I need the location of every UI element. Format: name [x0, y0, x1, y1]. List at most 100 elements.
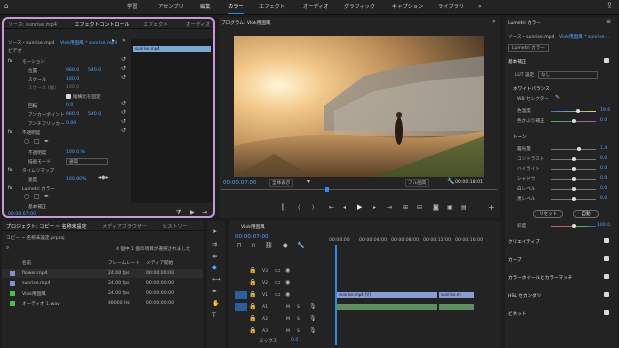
- tone-knob[interactable]: [572, 187, 576, 191]
- ellipse-mask-icon[interactable]: ○: [24, 194, 29, 200]
- timeline-clip[interactable]: sunrise.mp4 [V]: [337, 292, 437, 298]
- col-name[interactable]: 名前: [22, 260, 31, 266]
- pen-tool-icon[interactable]: ✒: [212, 289, 217, 295]
- mix-value[interactable]: 0.0: [291, 338, 298, 343]
- lock-icon[interactable]: 🔒: [249, 304, 256, 310]
- tone-value[interactable]: 1.4: [600, 146, 607, 151]
- lock-icon[interactable]: 🔒: [249, 316, 256, 322]
- reset-icon[interactable]: ↺: [121, 75, 126, 81]
- nav-libraries[interactable]: ライブラリ: [438, 3, 464, 10]
- mic-icon[interactable]: 🎙: [309, 304, 317, 310]
- timeline-timecode[interactable]: 00:00:07:00: [235, 234, 269, 240]
- share-icon[interactable]: ⇪: [606, 2, 613, 10]
- reset-icon[interactable]: ↺: [121, 101, 126, 107]
- tab-project[interactable]: プロジェクト: コピー ~ 名称未設定: [2, 221, 91, 232]
- tint-value[interactable]: 0.0: [600, 118, 607, 123]
- audio-clip[interactable]: [337, 304, 437, 310]
- marker-icon[interactable]: ◆: [283, 243, 288, 249]
- tone-value[interactable]: 0.0: [600, 156, 607, 161]
- tab-effect-controls[interactable]: エフェクトコントロール: [71, 19, 134, 30]
- position-x[interactable]: 960.0: [66, 68, 79, 73]
- col-media-start[interactable]: メディア開始: [146, 260, 173, 266]
- play-icon[interactable]: ▶: [190, 210, 195, 216]
- step-forward-icon[interactable]: ▸: [373, 205, 376, 211]
- uniform-scale-checkbox[interactable]: [66, 94, 71, 99]
- anti-flicker-value[interactable]: 0.00: [66, 121, 76, 126]
- rect-mask-icon[interactable]: □: [34, 139, 40, 145]
- playhead[interactable]: [325, 187, 329, 192]
- reset-icon[interactable]: ↺: [121, 110, 126, 116]
- temp-value[interactable]: 19.6: [600, 108, 610, 113]
- razor-tool-icon[interactable]: ◆: [212, 265, 217, 271]
- mic-icon[interactable]: 🎙: [309, 316, 317, 322]
- tone-knob[interactable]: [572, 157, 576, 161]
- timeline-clip[interactable]: sunrise.m: [439, 292, 474, 298]
- pen-mask-icon[interactable]: ✒: [44, 139, 49, 145]
- rotation-value[interactable]: 0.0: [66, 103, 73, 108]
- anchor-x[interactable]: 960.0: [66, 112, 79, 117]
- lift-icon[interactable]: ⊞: [403, 205, 408, 211]
- play-only-icon[interactable]: ▸: [112, 38, 115, 44]
- table-row[interactable]: Vlok用国風 24.00 fps 00:00:00:00: [2, 289, 203, 298]
- filter-icon[interactable]: ⧩: [176, 210, 181, 216]
- mini-timeline[interactable]: sunrise.mp4: [131, 39, 213, 203]
- basic-correction-checkbox[interactable]: [604, 58, 609, 63]
- play-button[interactable]: ▶: [357, 204, 362, 211]
- wrench-icon[interactable]: 🔧: [447, 179, 454, 185]
- tone-slider[interactable]: [551, 149, 596, 150]
- keyframe-nav-icon[interactable]: ◂◆▸: [98, 175, 109, 181]
- quality-select[interactable]: フル画質: [405, 179, 430, 187]
- nav-learn[interactable]: 学習: [127, 3, 137, 10]
- tint-knob[interactable]: [572, 119, 576, 123]
- extract-icon[interactable]: ⊟: [417, 205, 422, 211]
- mic-icon[interactable]: 🎙: [309, 328, 317, 334]
- chevron-right-icon[interactable]: »: [478, 4, 482, 10]
- lumetri-effect-select[interactable]: Lumetri カラー: [508, 44, 549, 52]
- solo-button[interactable]: S: [297, 317, 300, 322]
- reset-icon[interactable]: ↺: [121, 57, 126, 63]
- sequence-label[interactable]: Vlok用国風 * sunrise.mp4: [60, 40, 117, 46]
- program-title[interactable]: プログラム: Vlok用国風: [221, 20, 271, 26]
- camera-icon[interactable]: ◙: [433, 205, 439, 211]
- section-checkbox[interactable]: [604, 256, 609, 261]
- mini-clip[interactable]: sunrise.mp4: [133, 46, 211, 52]
- toggle-icon[interactable]: ▤: [461, 205, 467, 211]
- opacity-value[interactable]: 100.0 %: [66, 150, 85, 155]
- tone-value[interactable]: 0.0: [600, 196, 607, 201]
- saturation-knob[interactable]: [572, 224, 576, 228]
- step-back-icon[interactable]: ◂: [343, 205, 346, 211]
- slip-tool-icon[interactable]: ⟷: [212, 277, 221, 283]
- lock-icon[interactable]: 🔒: [249, 268, 256, 274]
- mute-button[interactable]: M: [286, 305, 290, 310]
- menu-icon[interactable]: ≡: [606, 19, 611, 25]
- reset-icon[interactable]: ↺: [121, 119, 126, 125]
- tone-knob[interactable]: [577, 147, 581, 151]
- scale-value[interactable]: 100.0: [66, 77, 79, 82]
- lock-icon[interactable]: 🔒: [249, 328, 256, 334]
- source-patch[interactable]: [235, 291, 247, 299]
- section-hsl[interactable]: HSL セカンダリ: [508, 293, 541, 299]
- table-row[interactable]: オーディオ 1.wav 48000 Hz 00:00:00:00: [2, 299, 203, 308]
- mark-in-icon[interactable]: ┃: [281, 205, 285, 211]
- add-button-icon[interactable]: +: [488, 204, 495, 212]
- tone-header[interactable]: トーン: [513, 134, 527, 140]
- audio-clip[interactable]: [439, 304, 474, 310]
- ripple-edit-icon[interactable]: ⇹: [212, 254, 217, 260]
- nav-assembly[interactable]: アセンブリ: [158, 3, 184, 10]
- lock-icon[interactable]: 🔒: [249, 280, 256, 286]
- playhead-bar[interactable]: [221, 189, 497, 190]
- eye-icon[interactable]: ◉: [285, 268, 290, 274]
- solo-button[interactable]: S: [297, 329, 300, 334]
- type-tool-icon[interactable]: T: [212, 313, 216, 319]
- section-checkbox[interactable]: [604, 274, 609, 279]
- zoom-select[interactable]: 全体表示: [269, 179, 294, 187]
- eye-icon[interactable]: ◉: [285, 292, 290, 298]
- search-icon[interactable]: ⌕: [6, 245, 9, 251]
- home-icon[interactable]: ⌂: [4, 3, 8, 10]
- lumetri-sequence[interactable]: Vlok用国風 * sunrise…: [559, 34, 609, 40]
- nav-effects[interactable]: エフェクト: [259, 3, 285, 10]
- temp-slider[interactable]: [551, 111, 596, 112]
- section-curves[interactable]: カーブ: [508, 257, 522, 263]
- sync-icon[interactable]: ▭: [275, 280, 281, 286]
- compare-icon[interactable]: ▣: [447, 205, 453, 211]
